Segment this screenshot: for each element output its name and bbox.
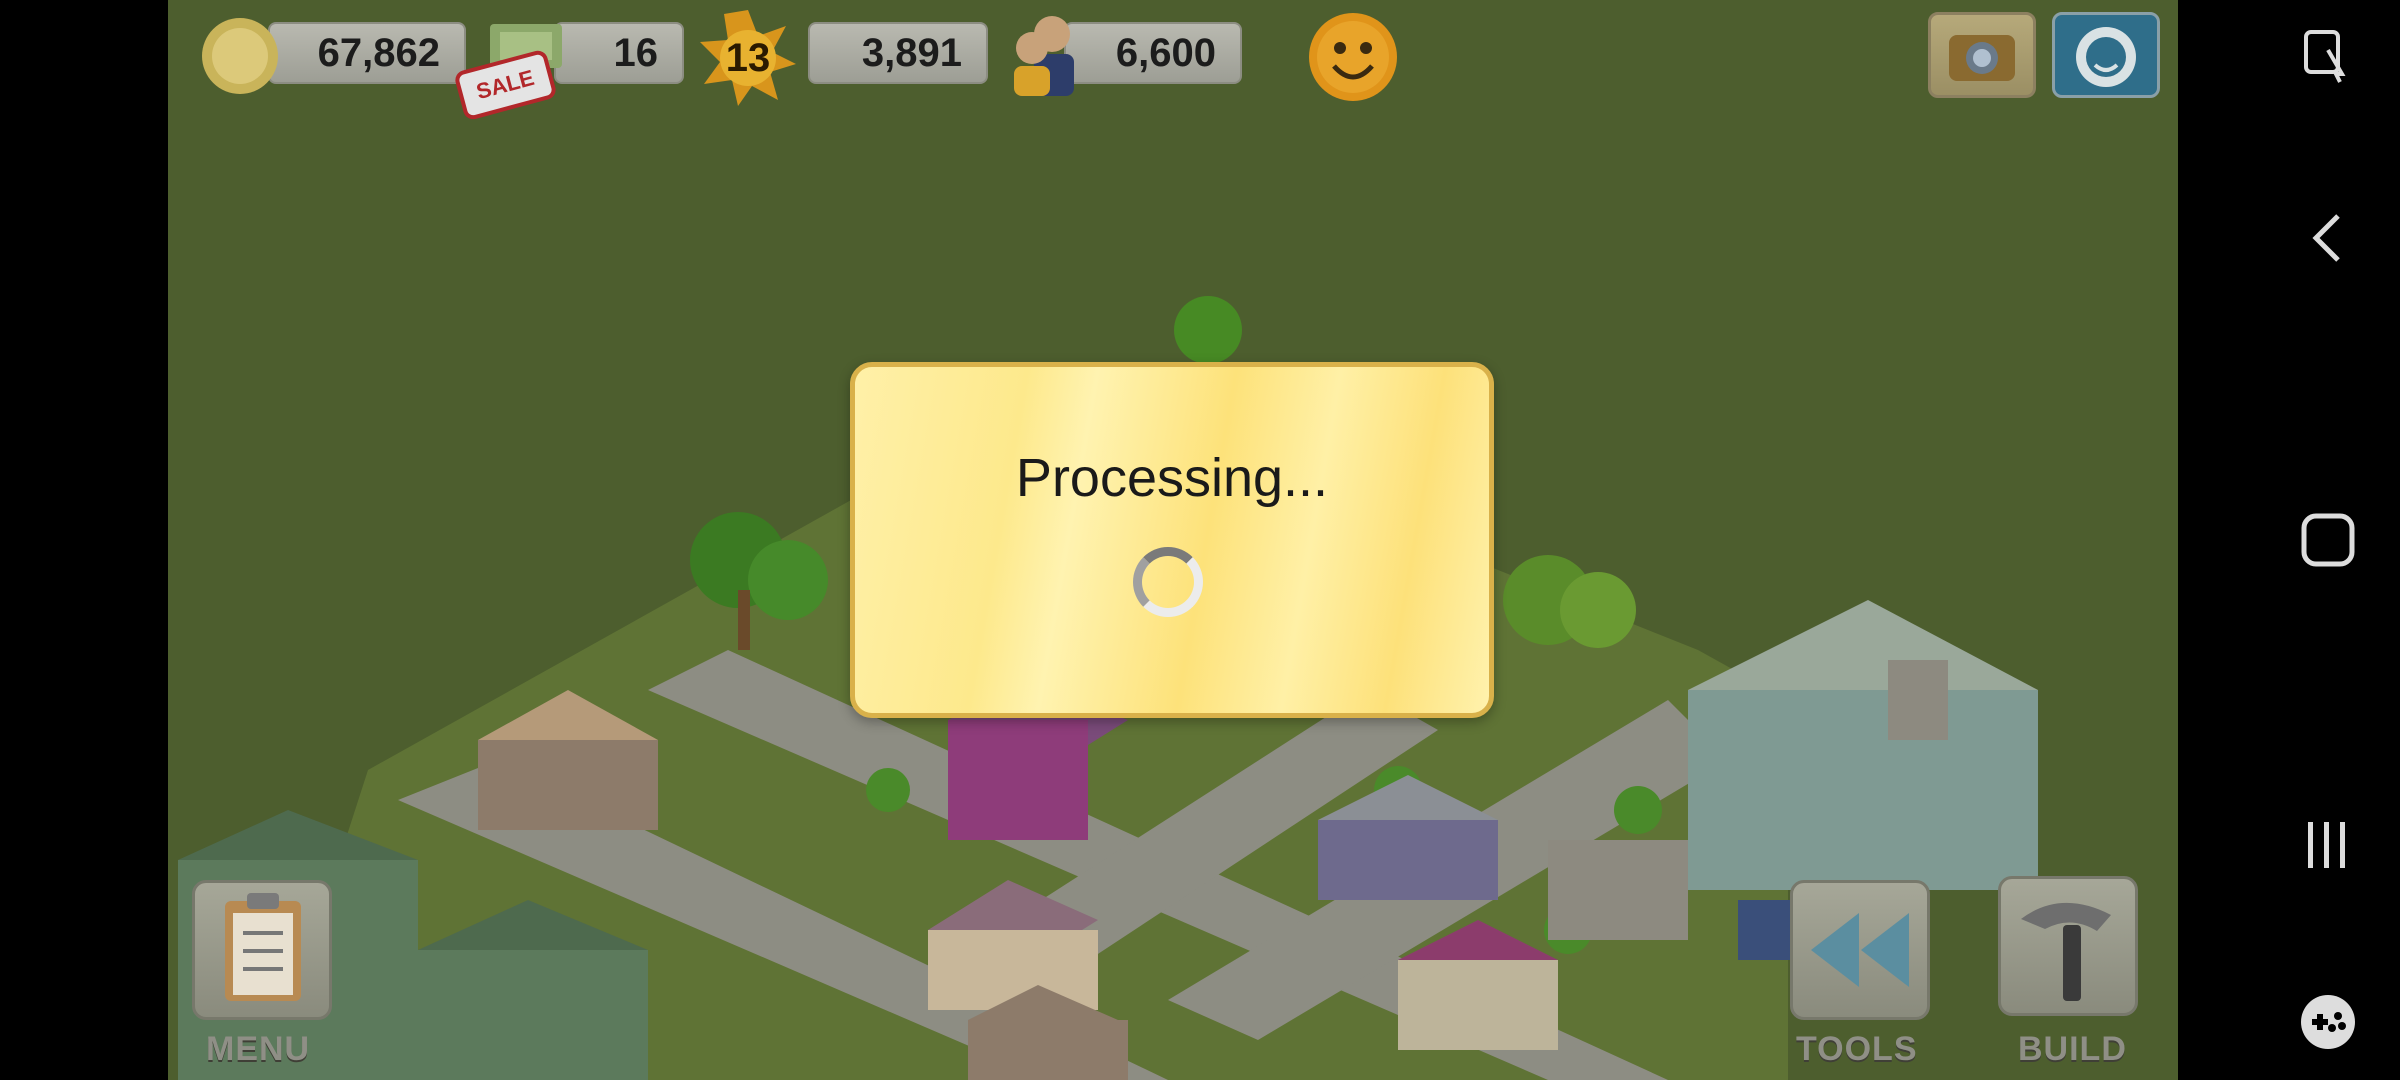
back-icon[interactable]	[2308, 212, 2348, 269]
game-controller-icon[interactable]	[2298, 992, 2358, 1057]
loading-spinner-icon	[1133, 547, 1203, 617]
left-black-bar	[0, 0, 168, 1080]
dialog-title: Processing...	[1015, 448, 1329, 508]
processing-dialog: Processing...	[850, 362, 1494, 718]
home-icon[interactable]	[2300, 512, 2356, 573]
system-nav-bar	[2178, 0, 2400, 1080]
screen-lock-icon[interactable]	[2302, 30, 2350, 89]
recents-icon[interactable]	[2302, 820, 2352, 875]
